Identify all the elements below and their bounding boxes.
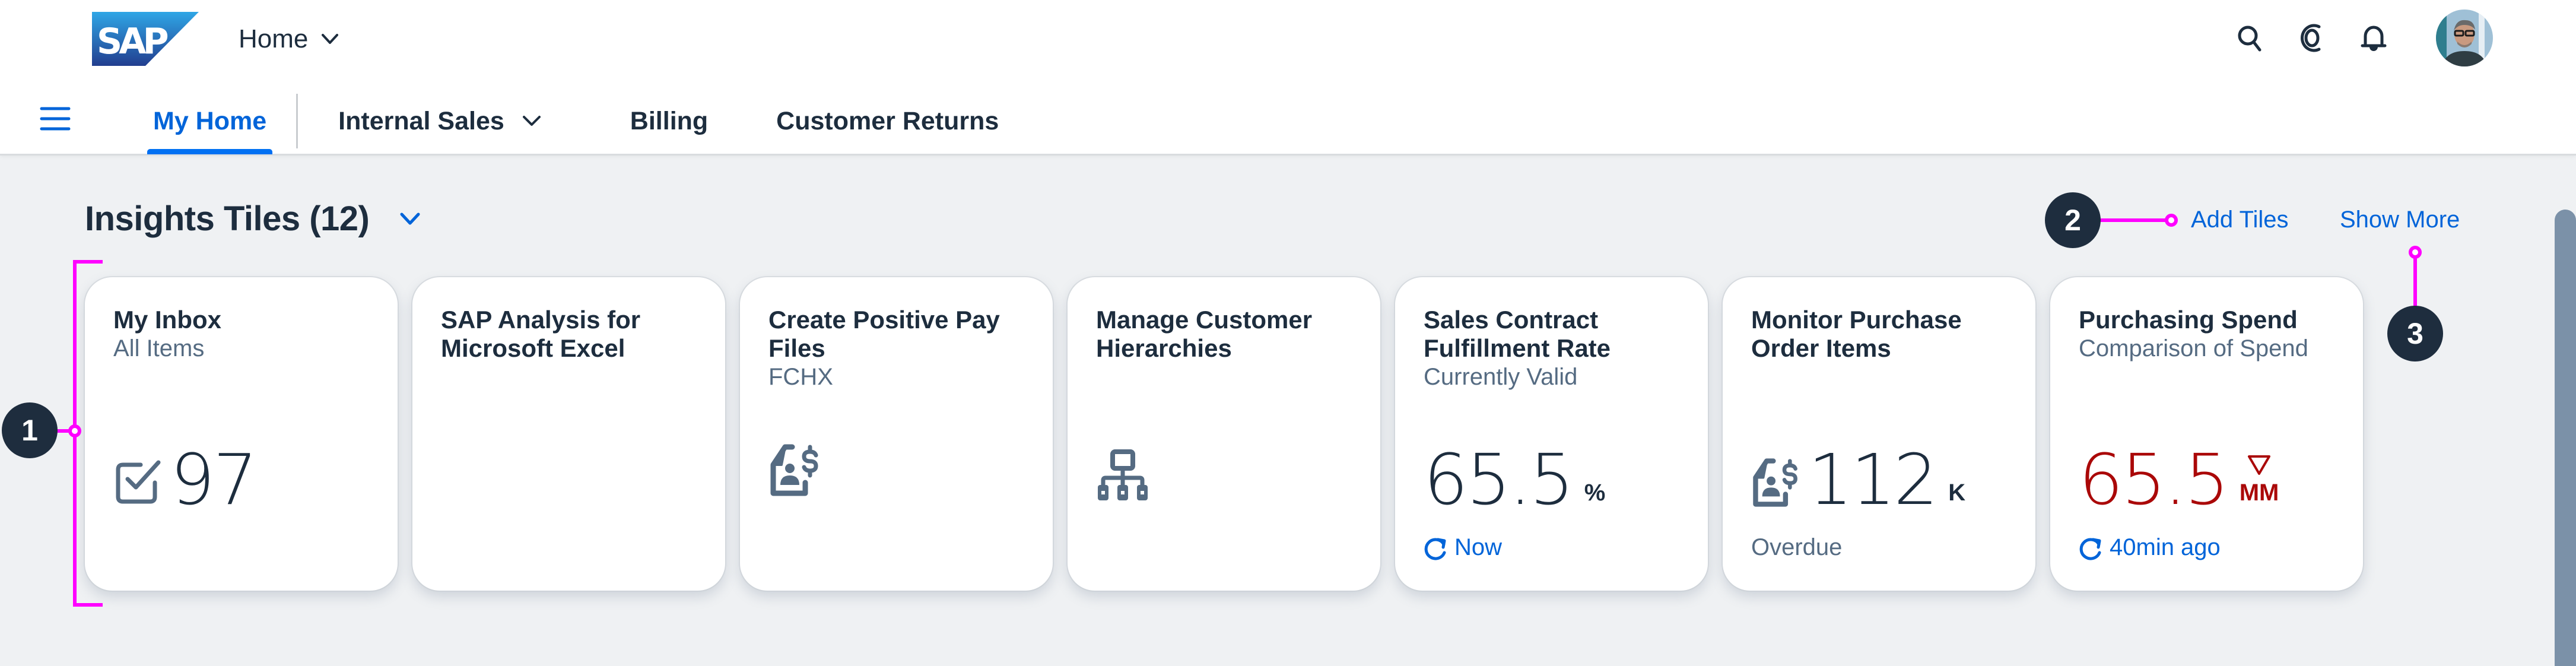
joule-button[interactable] [2298,24,2326,52]
tile-footer-text: Now [1454,534,1503,560]
annotation-anchor [2165,214,2178,227]
tile-create-positive-pay-files[interactable]: Create Positive Pay Files FCHX [740,277,1053,591]
annotation-anchor [68,424,81,437]
tile-kpi: 65.5 % [1424,437,1605,515]
sap-logo[interactable]: SAP [92,12,199,66]
annotation-bracket-bottom [73,603,103,607]
tab-my-home[interactable]: My Home [147,88,273,154]
tile-sap-analysis-excel[interactable]: SAP Analysis for Microsoft Excel [412,277,725,591]
sap-logo-text: SAP [97,21,168,62]
chevron-down-icon [322,34,339,44]
tile-title: Manage Customer Hierarchies [1096,306,1313,362]
notifications-button[interactable] [2360,24,2387,52]
show-more-link[interactable]: Show More [2340,207,2460,233]
payment-document-icon [770,444,818,496]
tile-manage-customer-hierarchies[interactable]: Manage Customer Hierarchies [1068,277,1380,591]
refresh-icon [1424,538,1446,560]
tile-title: My Inbox [113,306,222,334]
tile-subtitle: FCHX [768,364,833,390]
annotation-badge-3: 3 [2387,306,2443,361]
refresh-icon [2079,538,2101,560]
tile-footer: Overdue [1751,534,1842,561]
kpi-value: 112 [1808,439,1938,521]
tab-billing[interactable]: Billing [630,88,708,154]
hamburger-icon [40,107,71,131]
org-hierarchy-icon [1098,449,1148,500]
add-tiles-link[interactable]: Add Tiles [2191,207,2289,233]
tile-monitor-purchase-order-items[interactable]: Monitor Purchase Order Items 112 K Overd… [1723,277,2035,591]
section-collapse-toggle[interactable] [400,213,420,226]
annotation-bracket-top [73,260,103,264]
kpi-value: 65.5 [1424,439,1574,521]
search-button[interactable] [2237,24,2264,52]
insights-tiles-container: My Inbox All Items 97 SAP Analysis for M… [85,277,2363,591]
section-title: Insights Tiles (12) [85,199,370,238]
tile-title: Purchasing Spend [2079,306,2298,334]
trend-down-icon [2248,455,2271,475]
kpi-unit: MM [2239,480,2279,506]
annotation-badge-2: 2 [2045,192,2101,248]
tile-footer-refresh[interactable]: 40min ago [2079,534,2221,561]
tile-subtitle: All Items [113,335,205,361]
kpi-value: 65.5 [2079,439,2229,521]
tile-subtitle: Currently Valid [1424,364,1578,390]
vertical-scrollbar-thumb[interactable] [2555,210,2576,666]
shell-bar: SAP Home My Home Internal Sales Billing … [0,0,2576,156]
tile-kpi: 97 [113,437,258,521]
tab-customer-returns[interactable]: Customer Returns [776,88,999,154]
chevron-down-icon [400,213,420,224]
section-header: Insights Tiles (12) [85,199,420,239]
nav-divider [296,94,298,148]
tab-label: Internal Sales [338,106,504,135]
tile-title: SAP Analysis for Microsoft Excel [441,306,641,362]
annotation-connector [2413,255,2417,309]
bell-icon [2361,26,2387,51]
home-menu-label: Home [239,24,309,53]
tile-title: Sales Contract Fulfillment Rate [1424,306,1611,362]
shell-actions [2237,9,2493,66]
joule-copilot-icon [2301,24,2321,52]
tab-internal-sales[interactable]: Internal Sales [338,88,541,154]
kpi-unit: K [1948,480,1966,506]
tab-label: Customer Returns [776,106,999,135]
payment-document-icon [1753,458,1797,507]
tile-footer-refresh[interactable]: Now [1424,534,1502,561]
tile-title: Create Positive Pay Files [768,306,1000,362]
annotation-anchor [2409,246,2422,259]
tile-footer-text: 40min ago [2110,534,2221,560]
tile-footer-text: Overdue [1751,534,1843,560]
kpi-unit: % [1584,480,1606,506]
tile-kpi: 112 K [1751,437,1965,515]
annotation-badge-1: 1 [2,402,58,458]
user-avatar[interactable] [2436,9,2493,66]
checkbox-checked-icon [116,460,161,504]
tab-label: My Home [153,106,267,135]
hamburger-menu-button[interactable] [39,106,71,132]
home-menu-button[interactable]: Home [239,21,339,57]
kpi-value: 97 [170,439,258,521]
tab-label: Billing [630,106,709,135]
space-navigation: My Home Internal Sales Billing Customer … [147,88,999,154]
tile-my-inbox[interactable]: My Inbox All Items 97 [85,277,398,591]
tile-purchasing-spend[interactable]: Purchasing Spend Comparison of Spend 65.… [2050,277,2363,591]
search-icon [2238,26,2261,52]
tile-kpi: 65.5 MM [2079,437,2279,515]
tile-sales-contract-fulfillment-rate[interactable]: Sales Contract Fulfillment Rate Currentl… [1395,277,1708,591]
chevron-down-icon [522,116,541,126]
tile-title: Monitor Purchase Order Items [1751,306,1962,362]
user-photo [2436,9,2493,66]
tile-subtitle: Comparison of Spend [2079,335,2308,361]
